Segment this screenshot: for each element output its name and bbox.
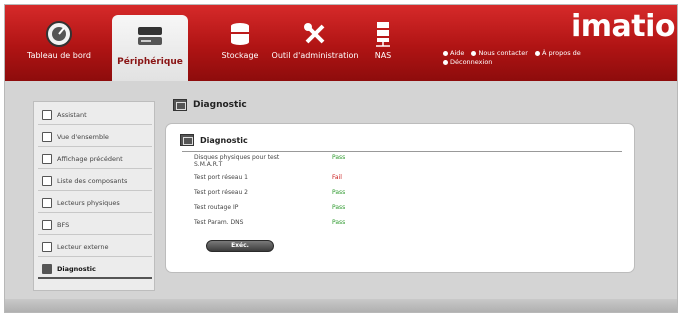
header-links: Aide Nous contacter À propos de Déconnex… — [443, 49, 673, 67]
tab-peripherals[interactable]: Périphérique — [112, 15, 188, 81]
top-header: Tableau de bord Périphérique Stockage Ou… — [5, 5, 677, 81]
diagnostic-row-port2: Test port réseau 2 Pass — [194, 189, 394, 201]
contact-link[interactable]: Nous contacter — [471, 49, 528, 58]
diagnostic-status: Pass — [332, 204, 346, 211]
about-link[interactable]: À propos de — [534, 49, 581, 58]
help-icon — [443, 50, 448, 56]
logout-link[interactable]: Déconnexion — [443, 58, 492, 67]
diagnostic-row-dns: Test Param. DNS Pass — [194, 219, 394, 231]
panel-divider — [182, 151, 622, 152]
component-list-icon — [42, 176, 52, 186]
run-diagnostic-button[interactable]: Exéc. — [206, 240, 274, 252]
diagnostic-status: Pass — [332, 219, 346, 226]
tab-dashboard[interactable]: Tableau de bord — [23, 5, 95, 81]
diagnostic-icon — [180, 134, 194, 146]
dashboard-gauge-icon — [44, 19, 74, 49]
page-title-row: Diagnostic — [173, 99, 247, 111]
diagnostic-icon — [173, 99, 187, 111]
sidebar-item-external-drive[interactable]: Lecteur externe — [38, 238, 152, 257]
physical-drive-icon — [42, 198, 52, 208]
page-title: Diagnostic — [193, 100, 247, 110]
sidebar-item-assistant[interactable]: Assistant — [38, 106, 152, 125]
diagnostic-label: Test port réseau 1 — [194, 174, 248, 181]
tab-admin-tools[interactable]: Outil d'administration — [270, 5, 360, 81]
device-drive-icon — [135, 21, 165, 51]
sidebar-item-component-list[interactable]: Liste des composants — [38, 172, 152, 191]
tab-storage[interactable]: Stockage — [210, 5, 270, 81]
sidebar-item-previous-view[interactable]: Affichage précédent — [38, 150, 152, 169]
diagnostic-row-smart: Disques physiques pour test S.M.A.R.T Pa… — [194, 154, 394, 168]
diagnostic-label: Test port réseau 2 — [194, 189, 248, 196]
footer-bar — [5, 299, 677, 312]
diagnostic-row-ip-routing: Test routage IP Pass — [194, 204, 394, 216]
help-link[interactable]: Aide — [443, 49, 464, 58]
about-icon — [534, 50, 540, 56]
contact-icon — [471, 50, 477, 56]
tab-nas[interactable]: NAS — [353, 5, 413, 81]
tab-label: Outil d'administration — [271, 51, 359, 60]
diagnostic-label: Test Param. DNS — [194, 219, 244, 226]
wand-icon — [42, 110, 52, 120]
diagnostic-status: Pass — [332, 154, 346, 161]
external-drive-icon — [42, 242, 52, 252]
nas-server-icon — [368, 19, 398, 49]
diagnostic-row-port1: Test port réseau 1 Fail — [194, 174, 394, 186]
storage-stack-icon — [225, 19, 255, 49]
sidebar: Assistant Vue d'ensemble Affichage précé… — [33, 101, 155, 291]
diagnostic-icon — [42, 263, 52, 274]
brand-logo: imation — [571, 9, 677, 44]
app-window: Tableau de bord Périphérique Stockage Ou… — [4, 4, 678, 313]
overview-icon — [42, 132, 52, 142]
logout-icon — [443, 59, 448, 65]
diagnostic-panel: Diagnostic Disques physiques pour test S… — [165, 123, 635, 273]
previous-view-icon — [42, 154, 52, 164]
sidebar-item-diagnostic[interactable]: Diagnostic — [38, 260, 152, 279]
panel-header: Diagnostic — [180, 134, 248, 146]
tab-label: NAS — [374, 51, 392, 60]
bfs-icon — [42, 220, 52, 230]
sidebar-item-physical-drives[interactable]: Lecteurs physiques — [38, 194, 152, 213]
sidebar-item-overview[interactable]: Vue d'ensemble — [38, 128, 152, 147]
tab-label: Stockage — [221, 51, 259, 60]
diagnostic-label: Disques physiques pour test S.M.A.R.T — [194, 154, 280, 168]
diagnostic-status: Fail — [332, 174, 342, 181]
panel-title: Diagnostic — [200, 135, 248, 145]
diagnostic-label: Test routage IP — [194, 204, 239, 211]
tools-icon — [300, 19, 330, 49]
diagnostic-status: Pass — [332, 189, 346, 196]
sidebar-item-bfs[interactable]: BFS — [38, 216, 152, 235]
tab-label: Périphérique — [117, 57, 183, 67]
tab-label: Tableau de bord — [27, 51, 91, 60]
